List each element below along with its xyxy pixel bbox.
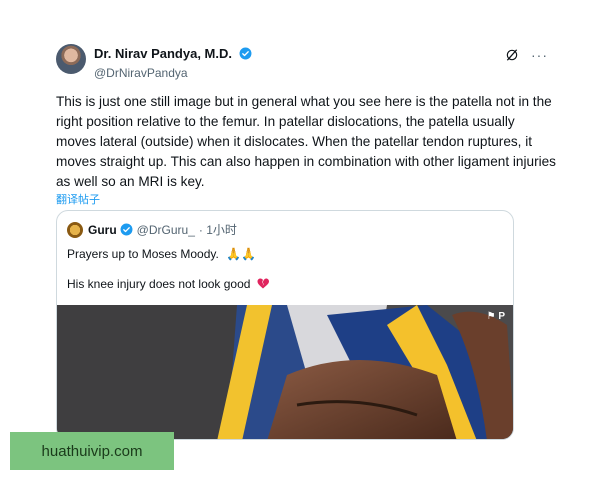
quote-line1-text: Prayers up to Moses Moody.: [67, 247, 219, 261]
quote-author-handle[interactable]: @DrGuru_: [137, 223, 195, 237]
quote-header: Guru @DrGuru_ · 1小时: [67, 221, 237, 238]
quote-text-line-2: His knee injury does not look good: [67, 277, 269, 291]
translate-link[interactable]: 翻译帖子: [56, 191, 100, 207]
author-block: Dr. Nirav Pandya, M.D. @DrNiravPandya: [94, 45, 252, 80]
injury-photo: [57, 305, 513, 439]
watermark-banner: huathuivip.com: [10, 432, 174, 470]
tweet-actions: ···: [505, 48, 548, 62]
quoted-tweet[interactable]: Guru @DrGuru_ · 1小时 Prayers up to Moses …: [56, 210, 514, 440]
quote-text-line-1: Prayers up to Moses Moody. 🙏🙏: [67, 247, 256, 261]
verified-badge-icon: [120, 223, 133, 236]
media-badge: ⚑ P: [486, 311, 505, 322]
tweet-card: Dr. Nirav Pandya, M.D. @DrNiravPandya ··…: [42, 38, 562, 448]
broken-heart-icon: [257, 278, 269, 289]
watermark-text: huathuivip.com: [41, 442, 143, 460]
quote-time: · 1小时: [198, 223, 237, 237]
quote-avatar[interactable]: [67, 221, 83, 238]
quote-line2-text: His knee injury does not look good: [67, 277, 251, 291]
author-name[interactable]: Dr. Nirav Pandya, M.D.: [94, 46, 232, 61]
quote-author-name[interactable]: Guru: [88, 223, 117, 237]
author-handle[interactable]: @DrNiravPandya: [94, 66, 252, 80]
author-avatar[interactable]: [56, 44, 86, 74]
quote-media-image[interactable]: ⚑ P: [57, 305, 513, 439]
more-icon[interactable]: ···: [531, 48, 548, 62]
verified-badge-icon: [239, 47, 252, 60]
tweet-text: This is just one still image but in gene…: [56, 94, 556, 189]
praying-hands-icon: 🙏🙏: [226, 247, 257, 261]
grok-icon[interactable]: [505, 48, 519, 62]
